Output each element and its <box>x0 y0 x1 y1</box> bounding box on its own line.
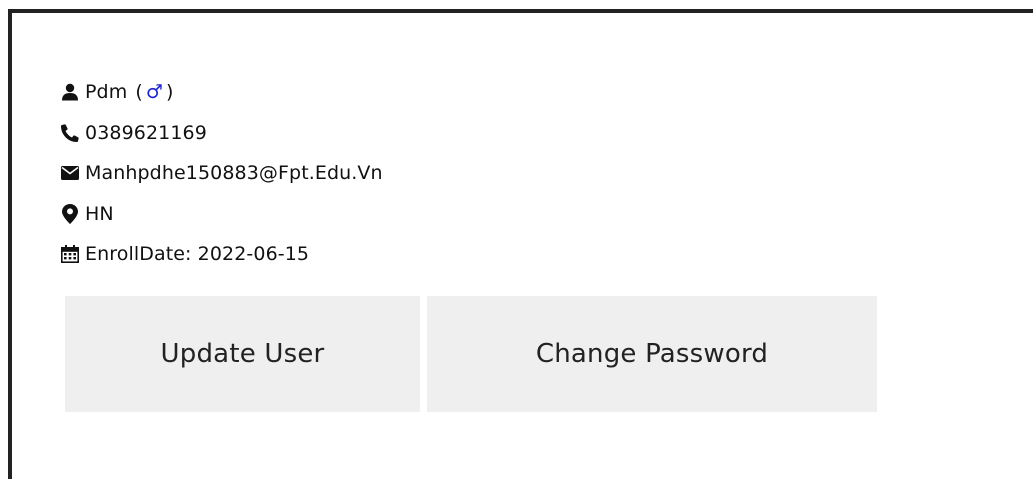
map-marker-icon <box>60 203 80 224</box>
calendar-icon <box>60 244 80 264</box>
location-text: HN <box>85 202 114 225</box>
enroll-row: EnrollDate: 2022-06-15 <box>60 234 383 275</box>
gender-male-icon: ♂ <box>145 81 163 103</box>
gender-open-paren: ( <box>135 81 143 103</box>
enroll-date: EnrollDate: 2022-06-15 <box>85 243 310 265</box>
change-password-button[interactable]: Change Password <box>427 296 877 412</box>
profile-info: Pdm ( ♂ ) 0389621169 Manhpdhe150883@Fpt.… <box>60 72 383 275</box>
phone-number: 0389621169 <box>85 121 207 144</box>
name-row: Pdm ( ♂ ) <box>60 72 383 113</box>
update-user-button[interactable]: Update User <box>65 296 420 412</box>
user-name: Pdm <box>85 81 128 103</box>
envelope-icon <box>60 163 80 183</box>
phone-row: 0389621169 <box>60 113 383 154</box>
email-row: Manhpdhe150883@Fpt.Edu.Vn <box>60 153 383 194</box>
email-address: Manhpdhe150883@Fpt.Edu.Vn <box>85 162 383 184</box>
phone-icon <box>60 123 80 143</box>
location-row: HN <box>60 194 383 235</box>
user-icon <box>60 82 80 102</box>
gender-close-paren: ) <box>165 81 174 103</box>
